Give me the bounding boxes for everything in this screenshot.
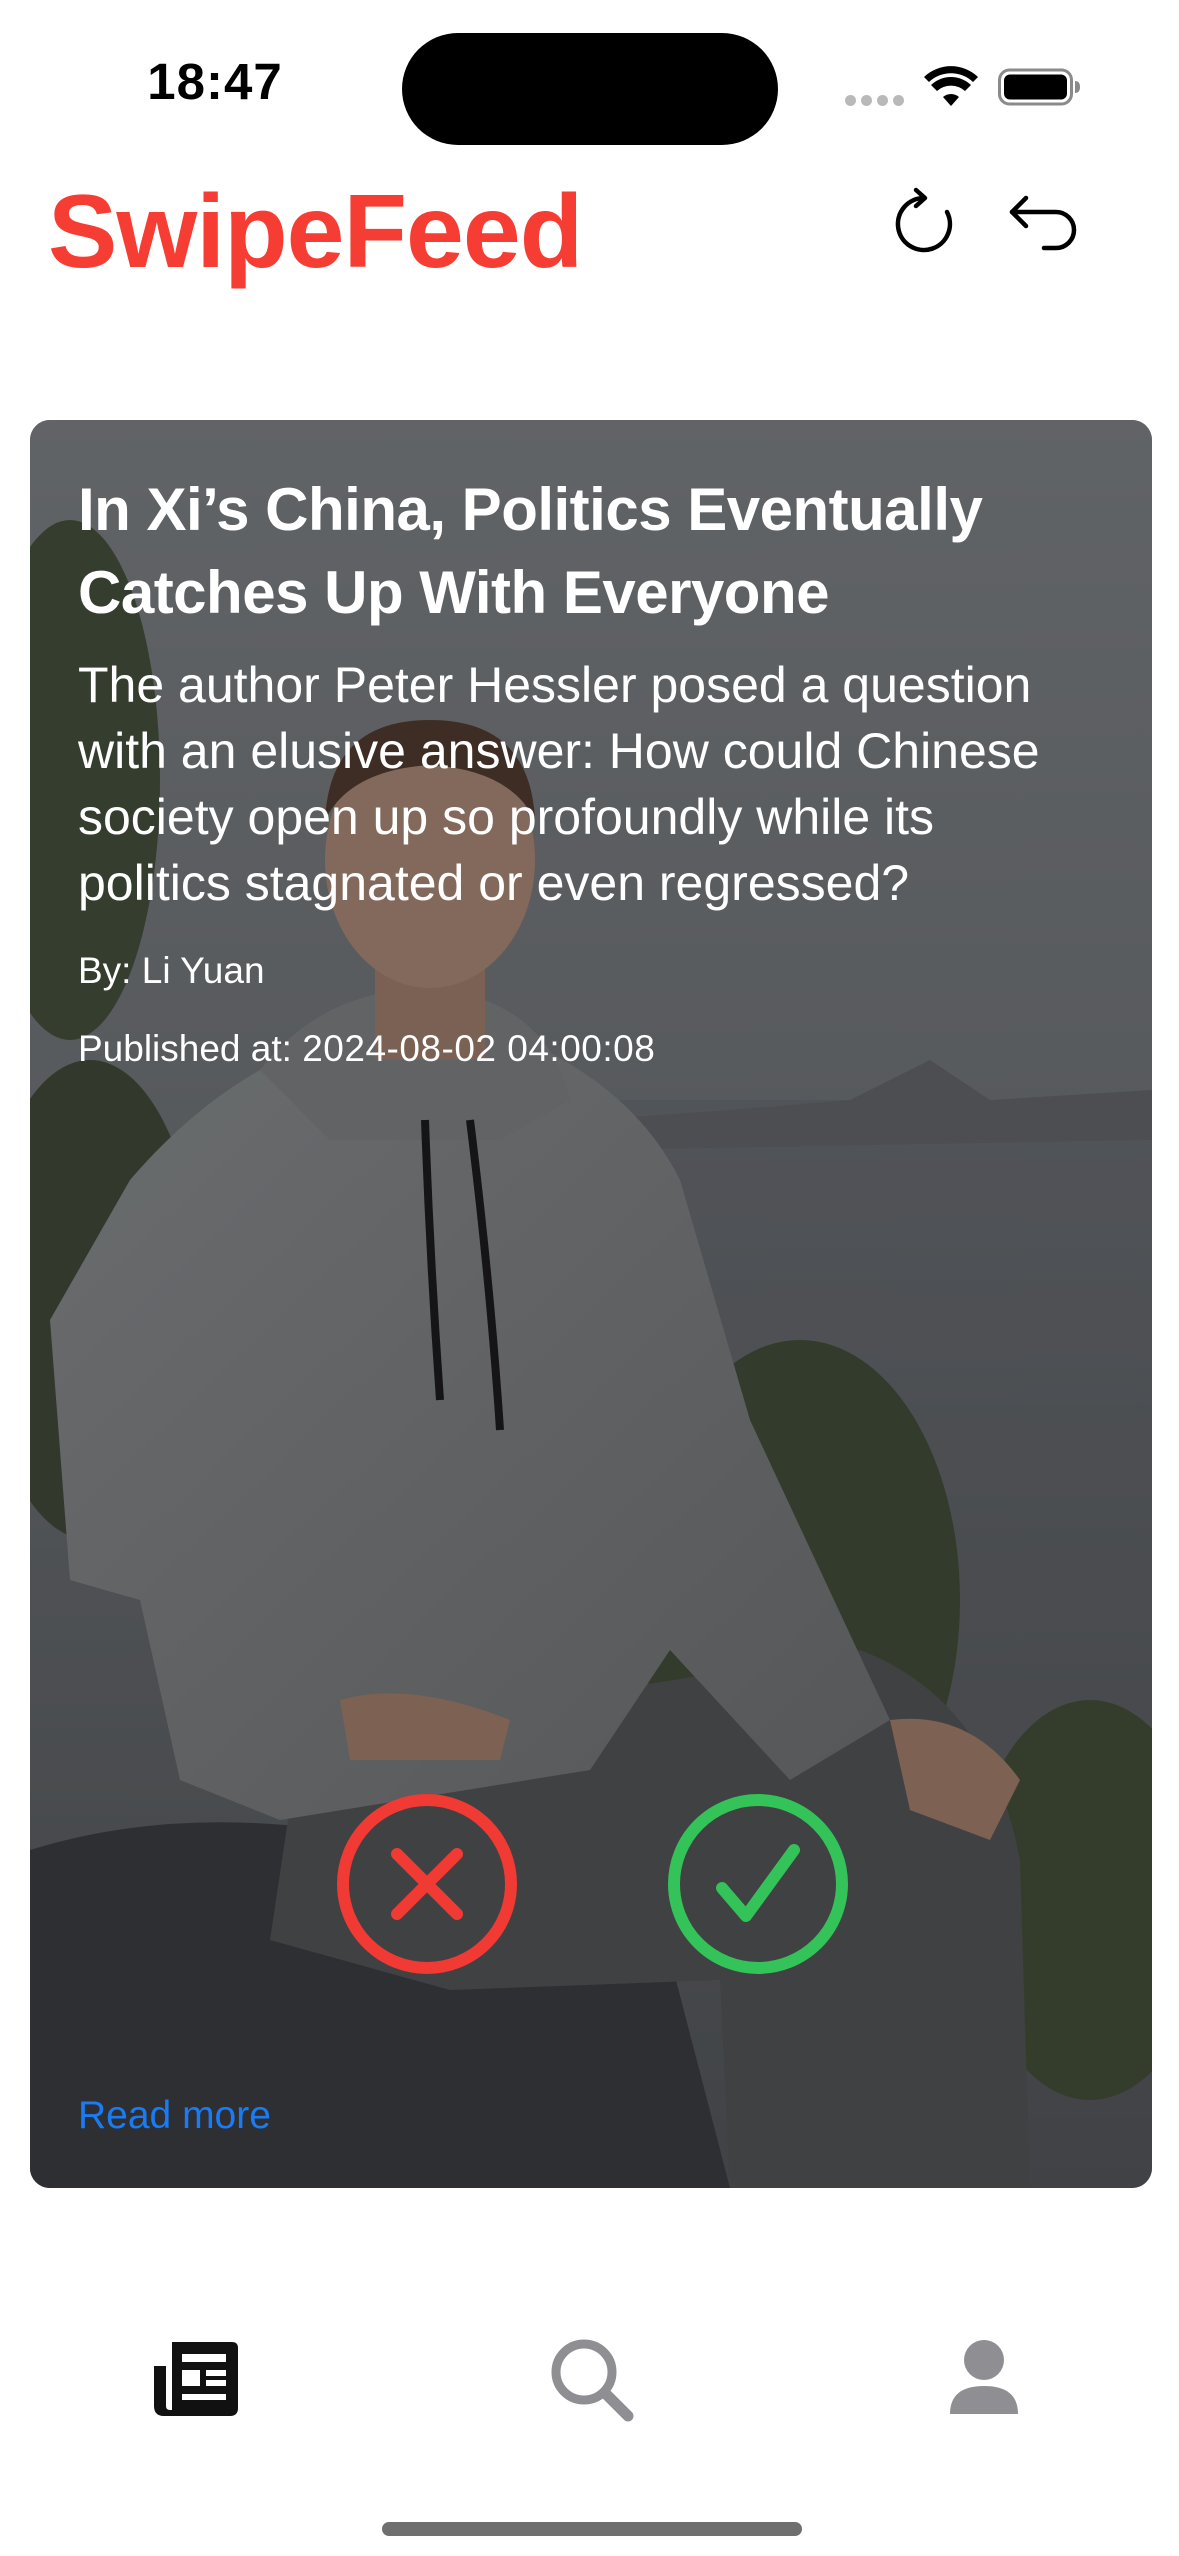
refresh-button[interactable] — [886, 186, 962, 262]
article-text: In Xi’s China, Politics Eventually Catch… — [78, 468, 1098, 1074]
article-title: In Xi’s China, Politics Eventually Catch… — [78, 476, 983, 626]
article-published: Published at: 2024-08-02 04:00:08 — [78, 1024, 1098, 1074]
article-author: By: Li Yuan — [78, 946, 1098, 996]
author-name: Li Yuan — [141, 950, 265, 991]
status-time: 18:47 — [147, 53, 283, 110]
tab-news[interactable] — [146, 2328, 246, 2428]
article-summary: The author Peter Hessler posed a questio… — [78, 657, 1040, 911]
read-more-link[interactable]: Read more — [78, 2094, 271, 2138]
published-timestamp: 2024-08-02 04:00:08 — [302, 1028, 656, 1069]
undo-button[interactable] — [1006, 186, 1082, 262]
article-card[interactable]: In Xi’s China, Politics Eventually Catch… — [30, 420, 1152, 2188]
cellular-signal-icon — [845, 95, 905, 107]
tab-profile[interactable] — [934, 2328, 1034, 2428]
home-indicator[interactable] — [382, 2522, 802, 2536]
checkmark-circle-icon — [668, 1794, 848, 1974]
newspaper-icon — [154, 2342, 238, 2416]
dynamic-island — [402, 33, 778, 145]
status-bar: 18:47 — [0, 0, 1179, 150]
published-label: Published at: — [78, 1028, 292, 1069]
person-icon — [950, 2340, 1018, 2414]
swipefeed-screen: 18:47 SwipeFeed In Xi’s China, Politics … — [0, 0, 1179, 2556]
wifi-icon — [924, 66, 978, 106]
tab-search[interactable] — [540, 2328, 640, 2428]
search-icon — [551, 2339, 634, 2422]
app-title: SwipeFeed — [48, 174, 583, 290]
accept-button[interactable] — [666, 1792, 850, 1976]
undo-icon — [1009, 195, 1077, 251]
author-label: By: — [78, 950, 132, 991]
battery-icon — [998, 68, 1080, 106]
reject-button[interactable] — [335, 1792, 519, 1976]
app-header: SwipeFeed — [0, 150, 1179, 310]
refresh-icon — [895, 187, 953, 253]
tab-bar — [0, 2290, 1179, 2460]
x-circle-icon — [337, 1794, 517, 1974]
